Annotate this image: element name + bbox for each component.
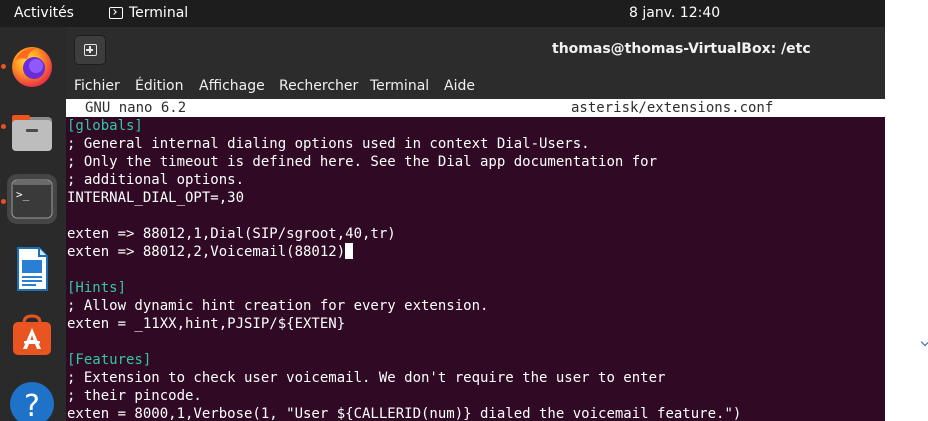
menu-bar: Fichier Édition Affichage Rechercher Ter… (66, 73, 885, 99)
app-menu-label: Terminal (129, 5, 189, 21)
activities-button[interactable]: Activités (14, 5, 74, 21)
nano-filename: asterisk/extensions.conf (571, 100, 774, 116)
chevron-icon (920, 337, 928, 347)
section-header-line: [Features] (67, 351, 151, 369)
dock-writer[interactable] (7, 244, 57, 294)
clock[interactable]: 8 janv. 12:40 (629, 5, 720, 21)
text-cursor (345, 243, 354, 259)
menu-affichage[interactable]: Affichage (199, 78, 265, 94)
line-text: ; additional options. (67, 172, 245, 188)
running-indicator (1, 124, 6, 129)
line-text: INTERNAL_DIAL_OPT=,30 (67, 190, 245, 206)
section-header-line: [globals] (67, 117, 143, 135)
menu-fichier[interactable]: Fichier (74, 78, 120, 94)
menu-terminal[interactable]: Terminal (370, 78, 429, 94)
menu-edition[interactable]: Édition (135, 78, 183, 94)
section-header-line: [Hints] (67, 279, 126, 297)
dock-help[interactable]: ? (7, 378, 57, 421)
line-text: [globals] (67, 118, 143, 134)
line-text: ; their pincode. (67, 388, 202, 404)
line-text: exten = _11XX,hint,PJSIP/${EXTEN} (67, 316, 346, 332)
terminal-window: thomas@thomas-VirtualBox: /etc Fichier É… (66, 27, 885, 421)
line-text: exten = 8000,1,Verbose(1, "User ${CALLER… (67, 406, 742, 421)
running-indicator (1, 199, 6, 204)
text-line: exten => 88012,1,Dial(SIP/sgroot,40,tr) (67, 225, 396, 243)
terminal-icon: >_ (11, 179, 53, 219)
text-line: exten = _11XX,hint,PJSIP/${EXTEN} (67, 315, 345, 333)
text-line: INTERNAL_DIAL_OPT=,30 (67, 189, 244, 207)
dock-firefox[interactable] (7, 41, 57, 91)
text-line: ; Only the timeout is defined here. See … (67, 153, 657, 171)
line-text: [Hints] (67, 280, 127, 296)
text-line: ; their pincode. (67, 387, 202, 405)
help-icon: ? (10, 382, 54, 421)
line-text: exten => 88012,1,Dial(SIP/sgroot,40,tr) (67, 226, 396, 242)
menu-rechercher[interactable]: Rechercher (279, 78, 358, 94)
text-line: exten => 88012,2,Voicemail(88012) (67, 243, 354, 261)
line-text: exten => 88012,2,Voicemail(88012) (67, 244, 346, 260)
line-text: [Features] (67, 352, 152, 368)
writer-icon (17, 247, 48, 291)
dock-terminal[interactable]: >_ (7, 174, 57, 224)
line-text: ; Only the timeout is defined here. See … (67, 154, 658, 170)
nano-version: GNU nano 6.2 (85, 100, 187, 116)
text-line: exten = 8000,1,Verbose(1, "User ${CALLER… (67, 405, 741, 421)
text-line: ; additional options. (67, 171, 244, 189)
top-bar: Activités Terminal 8 janv. 12:40 (0, 0, 885, 27)
text-line: ; Extension to check user voicemail. We … (67, 369, 665, 387)
dock-files[interactable] (7, 107, 57, 157)
desktop: Activités Terminal 8 janv. 12:40 >_ ? th… (0, 0, 928, 421)
line-text: ; General internal dialing options used … (67, 136, 590, 152)
window-title: thomas@thomas-VirtualBox: /etc (552, 41, 811, 57)
terminal-icon (109, 7, 123, 19)
files-icon (12, 115, 52, 151)
software-icon (13, 314, 51, 355)
app-menu[interactable]: Terminal (109, 5, 188, 21)
header-bar: thomas@thomas-VirtualBox: /etc (66, 27, 885, 73)
dock-software[interactable] (7, 311, 57, 361)
text-line: ; General internal dialing options used … (67, 135, 590, 153)
menu-aide[interactable]: Aide (444, 78, 475, 94)
nano-title-bar: GNU nano 6.2 asterisk/extensions.conf (66, 99, 885, 117)
line-text: ; Extension to check user voicemail. We … (67, 370, 666, 386)
firefox-icon (12, 47, 52, 87)
running-indicator (1, 64, 6, 69)
line-text: ; Allow dynamic hint creation for every … (67, 298, 489, 314)
dock: >_ ? (0, 27, 66, 421)
text-line: ; Allow dynamic hint creation for every … (67, 297, 488, 315)
new-tab-icon (84, 44, 97, 56)
new-tab-button[interactable] (74, 35, 106, 65)
svg-text:?: ? (24, 389, 40, 421)
svg-text:>_: >_ (16, 188, 30, 201)
